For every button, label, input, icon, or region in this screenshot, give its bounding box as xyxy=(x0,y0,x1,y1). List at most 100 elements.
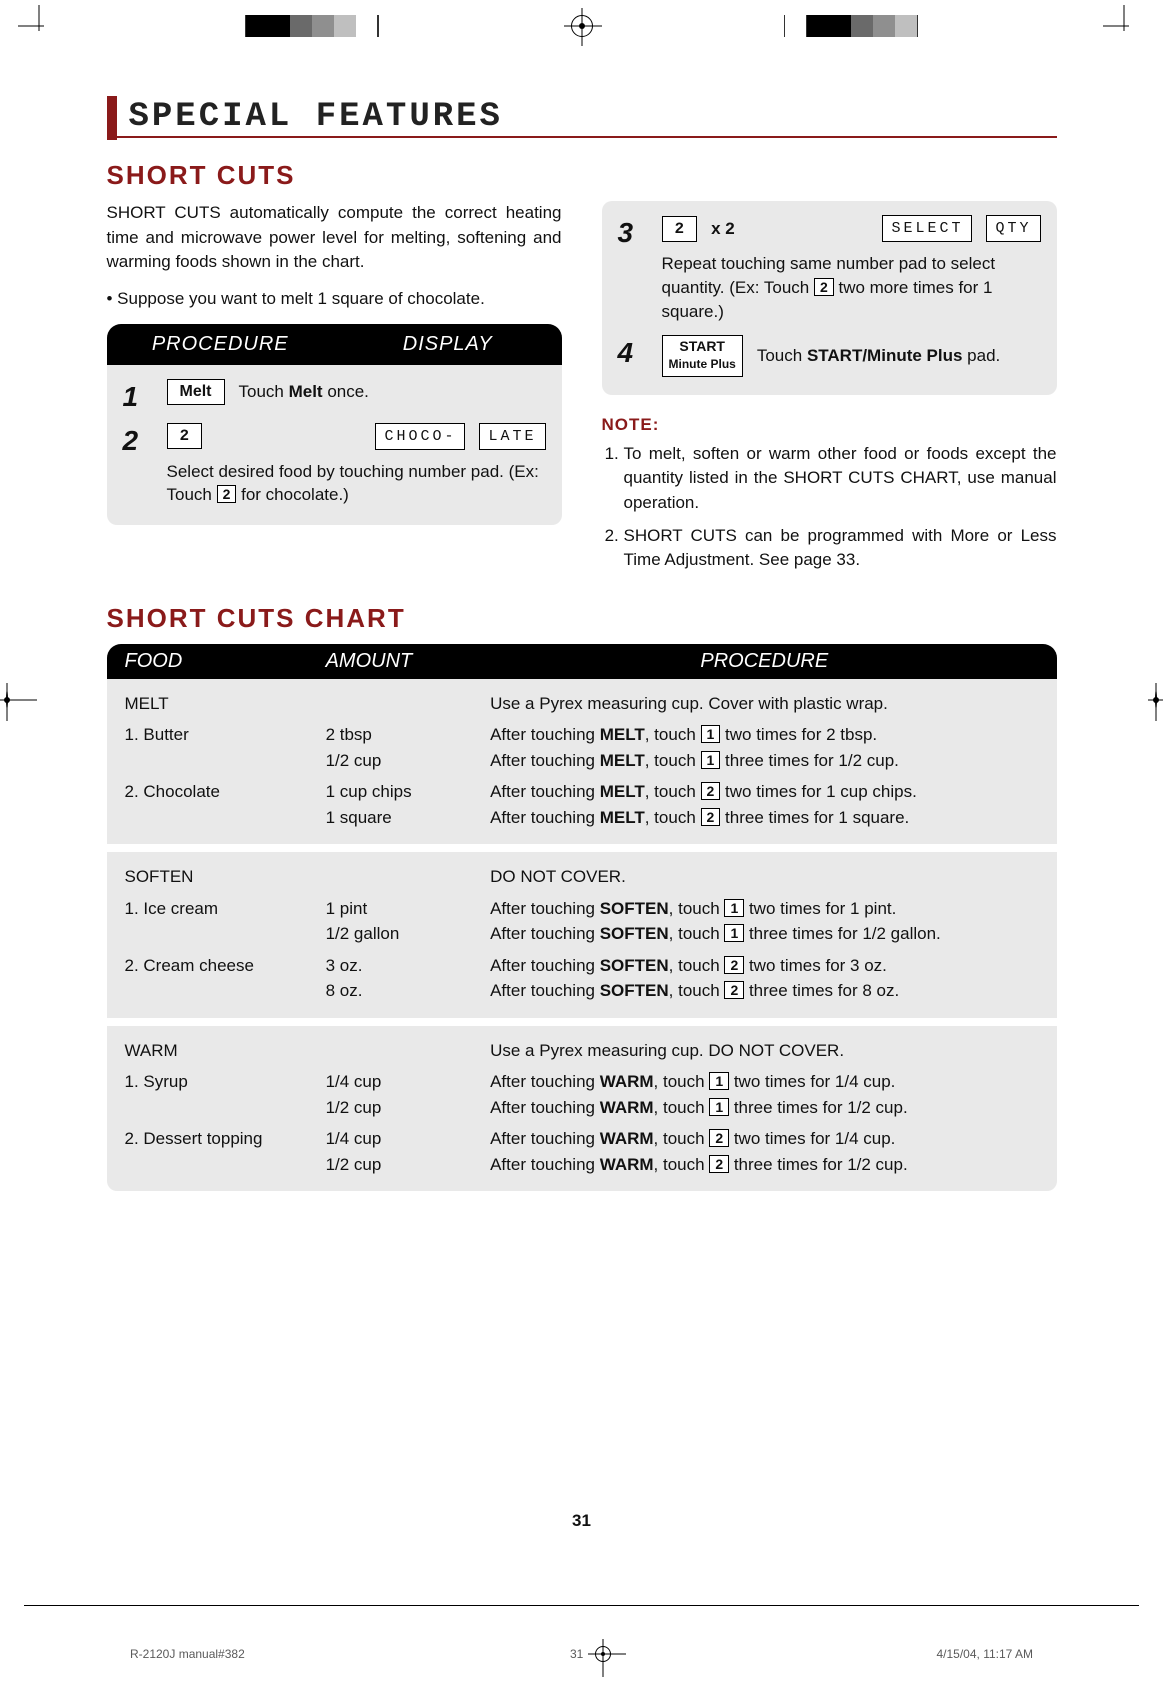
step-number: 2 xyxy=(123,423,151,455)
chart-amount: 2 tbsp 1/2 cup xyxy=(326,722,491,773)
chart-group-name: SOFTEN xyxy=(125,864,326,890)
chapter-rule xyxy=(107,136,1057,138)
step-4: 4 START Minute Plus Touch START/Minute P… xyxy=(618,335,1041,377)
step-number: 4 xyxy=(618,335,646,367)
key-inline: 2 xyxy=(709,1129,729,1147)
page-content: SPECIAL FEATURES SHORT CUTS SHORT CUTS a… xyxy=(67,68,1097,1581)
display-readout: SELECT xyxy=(882,215,972,242)
chart-hdr-procedure: PROCEDURE xyxy=(490,650,1038,673)
chart-body: MELT Use a Pyrex measuring cup. Cover wi… xyxy=(107,679,1057,1192)
key-inline: 2 xyxy=(724,981,744,999)
chart-amount: 1/4 cup 1/2 cup xyxy=(326,1069,491,1120)
footer-doc-id: R-2120J manual#382 xyxy=(130,1647,245,1661)
key-inline: 2 xyxy=(724,956,744,974)
key-inline: 2 xyxy=(701,808,721,826)
register-target-icon xyxy=(571,15,593,37)
color-squares-right xyxy=(784,15,918,37)
number-key-2-inline: 2 xyxy=(217,485,237,503)
melt-key: Melt xyxy=(167,379,225,405)
steps-container-right: 3 2 x 2 SELECT QTY Repeat touching same … xyxy=(602,201,1057,395)
key-inline: 1 xyxy=(724,924,744,942)
chart-section-soften: SOFTEN DO NOT COVER. 1. Ice cream 1 pint… xyxy=(107,844,1057,1018)
step-2: 2 2 CHOCO- LATE Select desired food by t… xyxy=(123,423,546,508)
chart-amount: 3 oz. 8 oz. xyxy=(326,953,491,1004)
chart-group-tip: DO NOT COVER. xyxy=(490,864,1038,890)
chart-row: 2. Dessert topping 1/4 cup 1/2 cup After… xyxy=(125,1126,1039,1177)
chart-amount: 1 cup chips 1 square xyxy=(326,779,491,830)
procedure-header-label: PROCEDURE xyxy=(107,324,335,365)
chart-title: SHORT CUTS CHART xyxy=(107,603,1057,634)
number-key-2: 2 xyxy=(167,423,203,449)
start-minute-plus-key: START Minute Plus xyxy=(662,335,743,377)
steps-container-left: 1 Melt Touch Melt once. xyxy=(107,365,562,526)
chapter-bar xyxy=(107,96,117,140)
step-3: 3 2 x 2 SELECT QTY Repeat touching same … xyxy=(618,215,1041,323)
chapter-header: SPECIAL FEATURES xyxy=(107,98,1057,138)
chart-row: 1. Butter 2 tbsp 1/2 cup After touching … xyxy=(125,722,1039,773)
step-number: 1 xyxy=(123,379,151,411)
step-number: 3 xyxy=(618,215,646,247)
chart-procedure: After touching WARM, touch 2 two times f… xyxy=(490,1126,1038,1177)
chart-food: 1. Butter xyxy=(125,722,326,773)
display-readout: LATE xyxy=(479,423,545,450)
footer: R-2120J manual#382 31 4/15/04, 11:17 AM xyxy=(130,1646,1033,1662)
step-1: 1 Melt Touch Melt once. xyxy=(123,379,546,411)
chart-group-tip: Use a Pyrex measuring cup. Cover with pl… xyxy=(490,691,1038,717)
multiply-indicator: x 2 xyxy=(711,217,735,241)
chart-group-tip: Use a Pyrex measuring cup. DO NOT COVER. xyxy=(490,1038,1038,1064)
top-printer-marks xyxy=(24,8,1139,44)
chart-hdr-food: FOOD xyxy=(125,650,326,673)
note-item: To melt, soften or warm other food or fo… xyxy=(624,442,1057,516)
chart-row: 2. Cream cheese 3 oz. 8 oz. After touchi… xyxy=(125,953,1039,1004)
chart-row: 1. Ice cream 1 pint 1/2 gallon After tou… xyxy=(125,896,1039,947)
footer-timestamp: 4/15/04, 11:17 AM xyxy=(936,1647,1033,1661)
chart-food: 2. Chocolate xyxy=(125,779,326,830)
key-inline: 1 xyxy=(701,751,721,769)
chart-procedure: After touching SOFTEN, touch 2 two times… xyxy=(490,953,1038,1004)
crop-mark-icon xyxy=(24,11,54,41)
key-inline: 1 xyxy=(701,725,721,743)
chart-row: 2. Chocolate 1 cup chips 1 square After … xyxy=(125,779,1039,830)
chart-group-name: WARM xyxy=(125,1038,326,1064)
display-readout: QTY xyxy=(986,215,1040,242)
chart-amount: 1 pint 1/2 gallon xyxy=(326,896,491,947)
left-column: SHORT CUTS automatically compute the cor… xyxy=(107,201,562,525)
number-key-2: 2 xyxy=(662,216,698,242)
intro-example: • Suppose you want to melt 1 square of c… xyxy=(107,287,562,312)
chart-procedure: After touching SOFTEN, touch 1 two times… xyxy=(490,896,1038,947)
right-column: 3 2 x 2 SELECT QTY Repeat touching same … xyxy=(602,201,1057,581)
key-inline: 2 xyxy=(701,782,721,800)
display-header-label: DISPLAY xyxy=(334,324,562,365)
chart-section-warm: WARM Use a Pyrex measuring cup. DO NOT C… xyxy=(107,1018,1057,1192)
footer-rule xyxy=(24,1605,1139,1606)
register-target-right-icon xyxy=(1155,691,1157,709)
note-label: NOTE: xyxy=(602,413,1057,438)
page-number: 31 xyxy=(107,1511,1057,1531)
chart-hdr-amount: AMOUNT xyxy=(326,650,491,673)
scan-wrapper: SPECIAL FEATURES SHORT CUTS SHORT CUTS a… xyxy=(0,0,1163,1702)
step-caption: Select desired food by touching number p… xyxy=(167,460,546,508)
note-item: SHORT CUTS can be programmed with More o… xyxy=(624,524,1057,573)
step-caption: Repeat touching same number pad to selec… xyxy=(662,252,1041,323)
chart-row: 1. Syrup 1/4 cup 1/2 cup After touching … xyxy=(125,1069,1039,1120)
chart-group-name: MELT xyxy=(125,691,326,717)
chart-procedure: After touching MELT, touch 1 two times f… xyxy=(490,722,1038,773)
number-key-2-inline: 2 xyxy=(814,278,834,296)
color-squares-left xyxy=(245,15,379,37)
section-title: SHORT CUTS xyxy=(107,160,1057,191)
key-inline: 1 xyxy=(709,1098,729,1116)
register-target-icon xyxy=(595,1646,611,1662)
step-text: Touch Melt once. xyxy=(239,380,369,404)
chart-procedure: After touching MELT, touch 2 two times f… xyxy=(490,779,1038,830)
chart-food: 2. Dessert topping xyxy=(125,1126,326,1177)
chart-food: 1. Ice cream xyxy=(125,896,326,947)
chart-amount: 1/4 cup 1/2 cup xyxy=(326,1126,491,1177)
chart-procedure: After touching WARM, touch 1 two times f… xyxy=(490,1069,1038,1120)
display-readout: CHOCO- xyxy=(375,423,465,450)
key-inline: 1 xyxy=(724,899,744,917)
key-inline: 1 xyxy=(709,1072,729,1090)
notes-list: To melt, soften or warm other food or fo… xyxy=(602,442,1057,573)
footer-page: 31 xyxy=(570,1647,583,1661)
chart-food: 2. Cream cheese xyxy=(125,953,326,1004)
chart-header-row: FOOD AMOUNT PROCEDURE xyxy=(107,644,1057,679)
